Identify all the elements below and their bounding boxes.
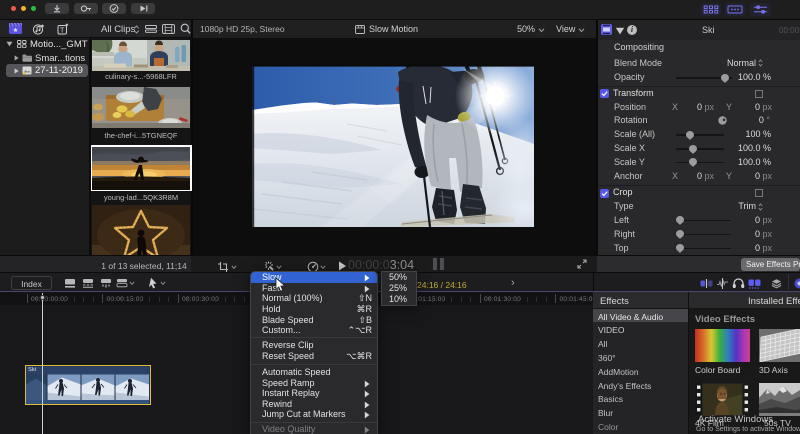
svg-text:T: T (60, 26, 65, 35)
